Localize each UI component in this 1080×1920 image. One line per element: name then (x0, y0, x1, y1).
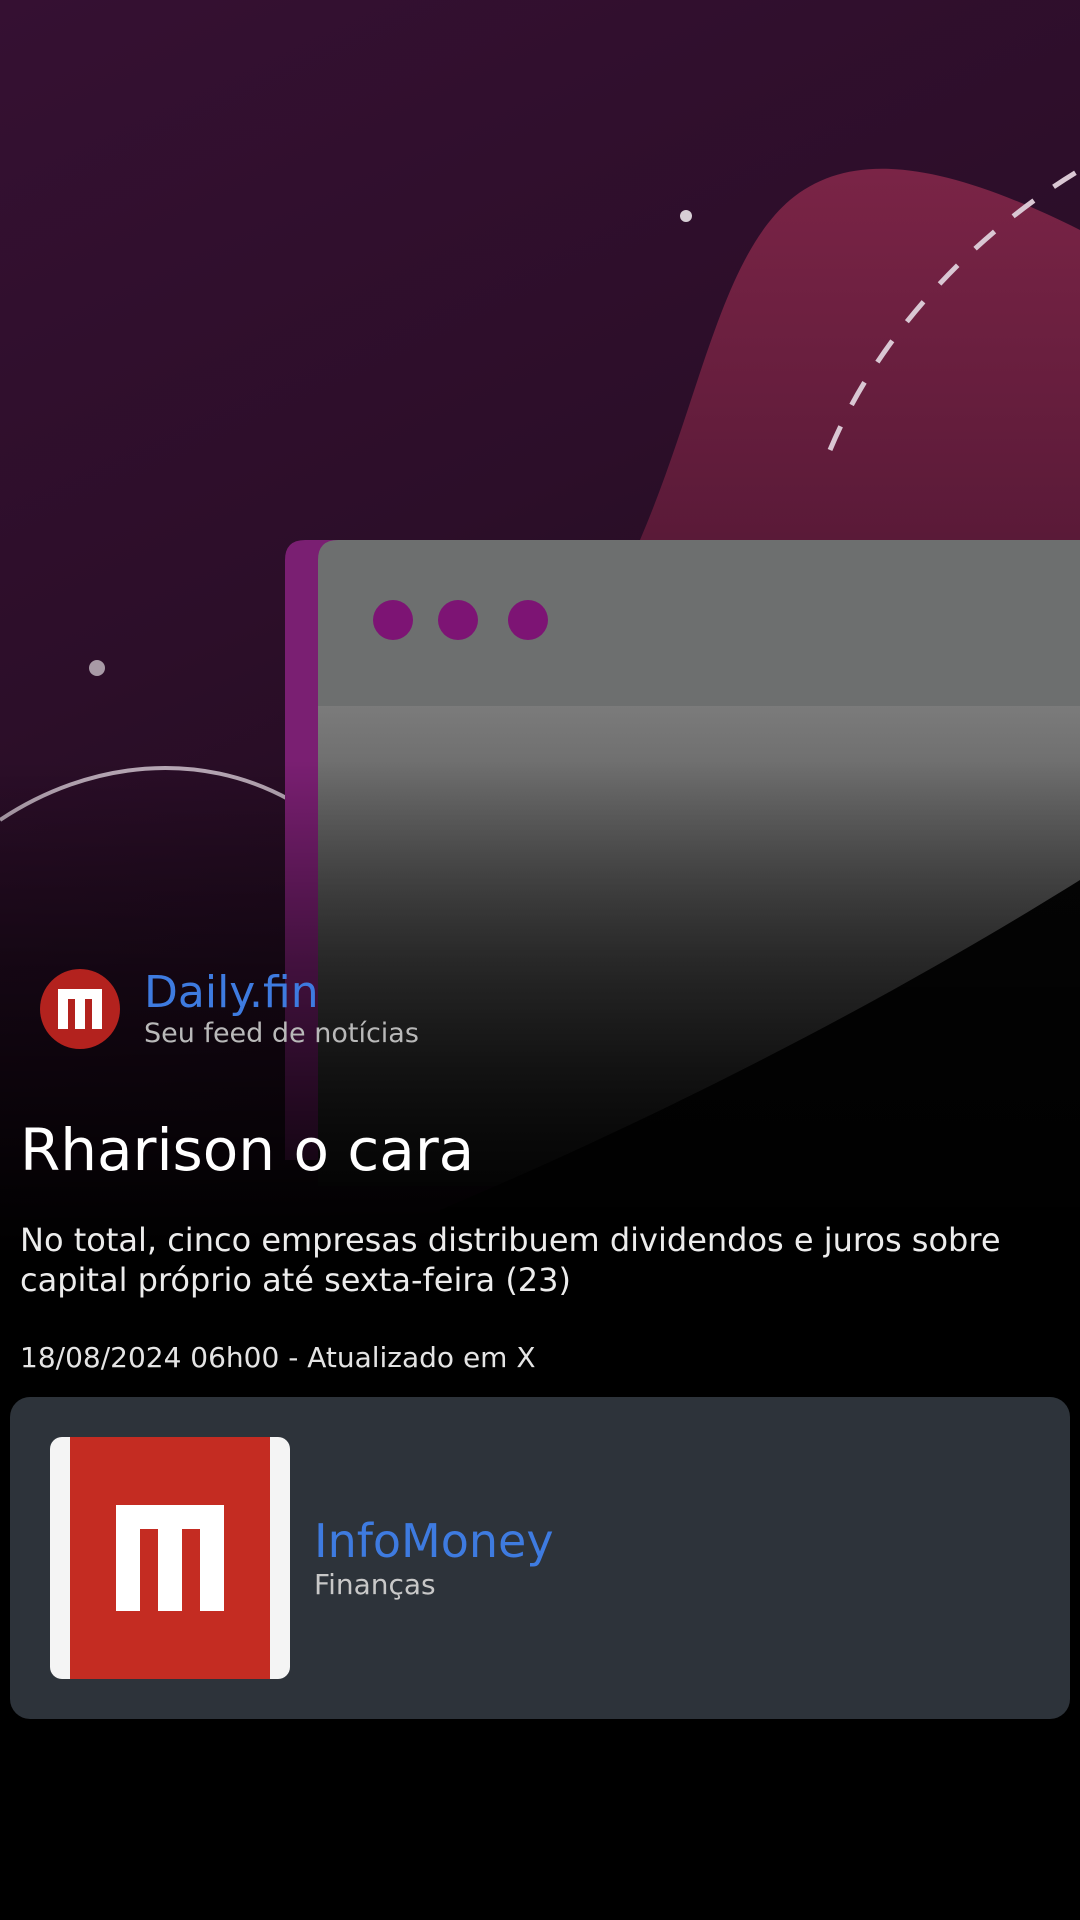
hero-image (0, 0, 1080, 1250)
source-category: Finanças (314, 1568, 436, 1601)
source-card[interactable]: InfoMoney Finanças (10, 1397, 1070, 1719)
article-timestamp: 18/08/2024 06h00 - Atualizado em X (20, 1341, 536, 1374)
article-headline: Rharison o cara (20, 1116, 475, 1184)
source-name[interactable]: InfoMoney (314, 1514, 554, 1568)
app-brand: Daily.fin Seu feed de notícias (40, 968, 419, 1050)
app-tagline: Seu feed de notícias (144, 1018, 419, 1049)
news-screen: Daily.fin Seu feed de notícias Rharison … (0, 0, 1080, 1920)
article-summary: No total, cinco empresas distribuem divi… (20, 1221, 1001, 1299)
app-name: Daily.fin (144, 967, 319, 1018)
source-logo (50, 1437, 290, 1679)
infomoney-m-icon (40, 969, 120, 1049)
infomoney-m-icon (70, 1437, 270, 1679)
